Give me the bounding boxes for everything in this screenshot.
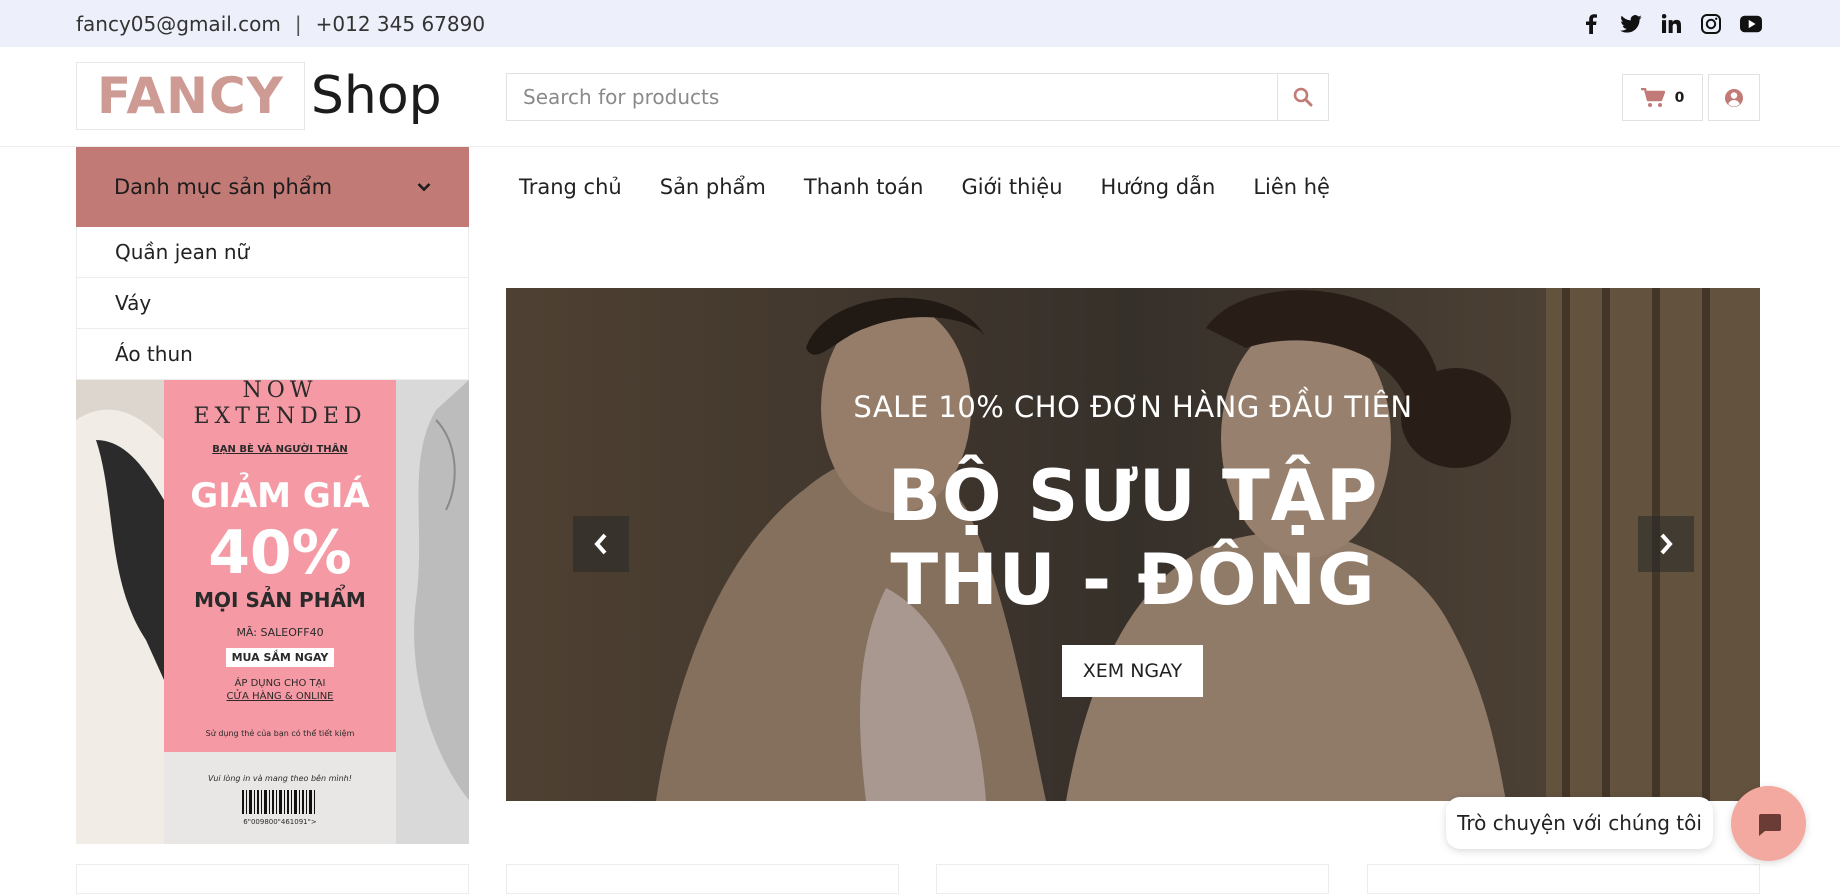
contact-info: fancy05@gmail.com | +012 345 67890 [76, 0, 485, 47]
hero-carousel: SALE 10% CHO ĐƠN HÀNG ĐẦU TIÊN BỘ SƯU TẬ… [506, 288, 1760, 801]
chevron-left-icon [594, 533, 607, 555]
promo-line-store: CỬA HÀNG & ONLINE [226, 691, 334, 702]
category-list: Quần jean nữ Váy Áo thun [76, 227, 469, 380]
nav-item-guide[interactable]: Hướng dẫn [1101, 175, 1216, 199]
chevron-right-icon [1660, 533, 1673, 555]
promo-line-apply: ÁP DỤNG CHO TẠI [234, 678, 326, 689]
promo-line-code: MÃ: SALEOFF40 [236, 626, 324, 639]
main-nav: Trang chủ Sản phẩm Thanh toán Giới thiệu… [519, 147, 1330, 227]
social-links [1580, 0, 1762, 47]
cart-icon [1640, 87, 1665, 107]
nav-item-home[interactable]: Trang chủ [519, 175, 622, 199]
promo-line-now: NOW [242, 380, 318, 403]
category-item[interactable]: Quần jean nữ [76, 227, 469, 278]
promo-line-extended: EXTENDED [193, 404, 367, 429]
promo-line-save: Sử dụng thẻ của bạn có thể tiết kiệm [205, 729, 355, 738]
chevron-down-icon [417, 183, 431, 192]
chat-icon [1758, 813, 1781, 836]
logo-highlight: FANCY [76, 62, 305, 130]
promo-shop-now[interactable]: MUA SẮM NGAY [226, 648, 334, 667]
category-item[interactable]: Váy [76, 278, 469, 329]
carousel-prev-button[interactable] [573, 516, 629, 572]
promo-banner[interactable]: NOW EXTENDED BẠN BÈ VÀ NGƯỜI THÂN GIẢM G… [76, 380, 469, 844]
twitter-icon[interactable] [1620, 13, 1642, 35]
product-card[interactable] [506, 864, 899, 894]
promo-barcode-number: 6"009800"461091"> [243, 818, 317, 826]
youtube-icon[interactable] [1740, 13, 1762, 35]
search-bar [506, 73, 1329, 121]
chat-button[interactable] [1731, 786, 1806, 861]
search-icon [1293, 87, 1313, 107]
barcode-graphic [242, 790, 315, 814]
user-icon [1725, 88, 1743, 107]
product-card[interactable] [76, 864, 469, 894]
carousel-next-button[interactable] [1638, 516, 1694, 572]
hero-subtitle: SALE 10% CHO ĐƠN HÀNG ĐẦU TIÊN [853, 390, 1413, 424]
promo-line-all-products: MỌI SẢN PHẨM [194, 588, 366, 612]
hero-cta-button[interactable]: XEM NGAY [1062, 645, 1203, 697]
promo-line-discount: GIẢM GIÁ [190, 476, 370, 516]
category-item[interactable]: Áo thun [76, 329, 469, 380]
account-button[interactable] [1708, 74, 1760, 121]
promo-line-percent: 40% [208, 518, 352, 588]
instagram-icon[interactable] [1700, 13, 1722, 35]
nav-item-checkout[interactable]: Thanh toán [804, 175, 924, 199]
chat-label[interactable]: Trò chuyện với chúng tôi [1446, 797, 1713, 849]
site-header: FANCY Shop 0 [0, 47, 1840, 147]
promo-line-print: Vui lòng in và mang theo bên mình! [208, 774, 352, 783]
search-button[interactable] [1277, 74, 1328, 120]
product-card[interactable] [936, 864, 1329, 894]
nav-item-contact[interactable]: Liên hệ [1253, 175, 1330, 199]
linkedin-icon[interactable] [1660, 13, 1682, 35]
contact-phone[interactable]: +012 345 67890 [316, 12, 485, 36]
cart-button[interactable]: 0 [1622, 74, 1703, 121]
category-title: Danh mục sản phẩm [114, 175, 333, 199]
product-card[interactable] [1367, 864, 1760, 894]
nav-item-products[interactable]: Sản phẩm [660, 175, 766, 199]
facebook-icon[interactable] [1580, 13, 1602, 35]
hero-title: BỘ SƯU TẬP THU - ĐÔNG [887, 455, 1379, 621]
promo-line-friends: BẠN BÈ VÀ NGƯỜI THÂN [212, 444, 348, 455]
site-logo[interactable]: FANCY Shop [76, 62, 442, 130]
contact-separator: | [294, 11, 302, 36]
contact-email[interactable]: fancy05@gmail.com [76, 12, 281, 36]
nav-item-about[interactable]: Giới thiệu [961, 175, 1062, 199]
search-input[interactable] [507, 74, 1277, 120]
top-bar: fancy05@gmail.com | +012 345 67890 [0, 0, 1840, 47]
logo-word: Shop [310, 66, 442, 126]
category-toggle[interactable]: Danh mục sản phẩm [76, 147, 469, 227]
cart-count: 0 [1674, 89, 1685, 106]
